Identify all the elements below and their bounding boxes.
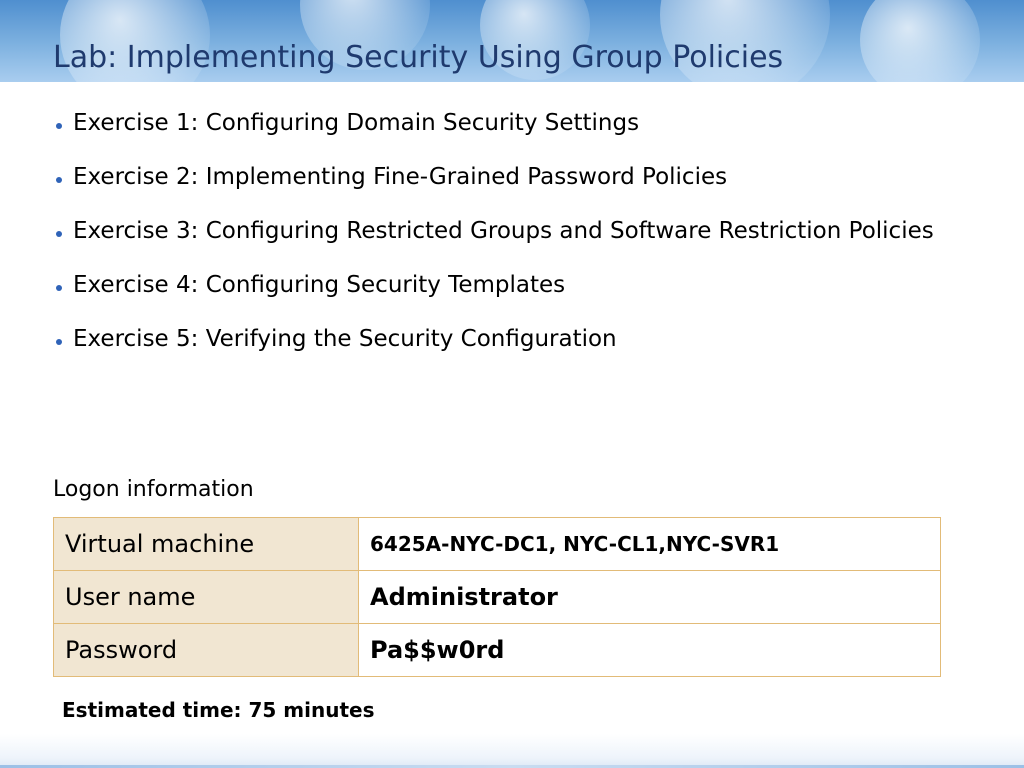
table-label-cell: Virtual machine [53,517,359,571]
list-item: Exercise 2: Implementing Fine-Grained Pa… [52,162,952,193]
logon-table: Virtual machine 6425A-NYC-DC1, NYC-CL1,N… [53,517,941,677]
list-item: Exercise 1: Configuring Domain Security … [52,108,952,139]
table-label-cell: User name [53,570,359,624]
exercise-list: Exercise 1: Configuring Domain Security … [52,108,952,378]
table-value-cell: Administrator [358,570,941,624]
exercise-text: Exercise 3: Configuring Restricted Group… [73,218,934,244]
bullet-icon [56,339,62,345]
bullet-icon [56,285,62,291]
slide-title: Lab: Implementing Security Using Group P… [53,40,784,75]
list-item: Exercise 3: Configuring Restricted Group… [52,216,952,247]
table-value-cell: 6425A-NYC-DC1, NYC-CL1,NYC-SVR1 [358,517,941,571]
table-label-cell: Password [53,623,359,677]
footer-band [0,734,1024,768]
logon-heading: Logon information [53,477,254,502]
exercise-text: Exercise 4: Configuring Security Templat… [73,272,566,298]
table-value-cell: Pa$$w0rd [358,623,941,677]
table-row: Virtual machine 6425A-NYC-DC1, NYC-CL1,N… [53,517,941,571]
table-row: User name Administrator [53,570,941,624]
estimated-time: Estimated time: 75 minutes [62,698,375,722]
list-item: Exercise 4: Configuring Security Templat… [52,270,952,301]
bullet-icon [56,177,62,183]
list-item: Exercise 5: Verifying the Security Confi… [52,324,952,355]
bullet-icon [56,231,62,237]
exercise-text: Exercise 5: Verifying the Security Confi… [73,326,617,352]
table-row: Password Pa$$w0rd [53,623,941,677]
exercise-text: Exercise 1: Configuring Domain Security … [73,110,640,136]
exercise-text: Exercise 2: Implementing Fine-Grained Pa… [73,164,728,190]
bullet-icon [56,123,62,129]
decorative-bubble [860,0,980,82]
